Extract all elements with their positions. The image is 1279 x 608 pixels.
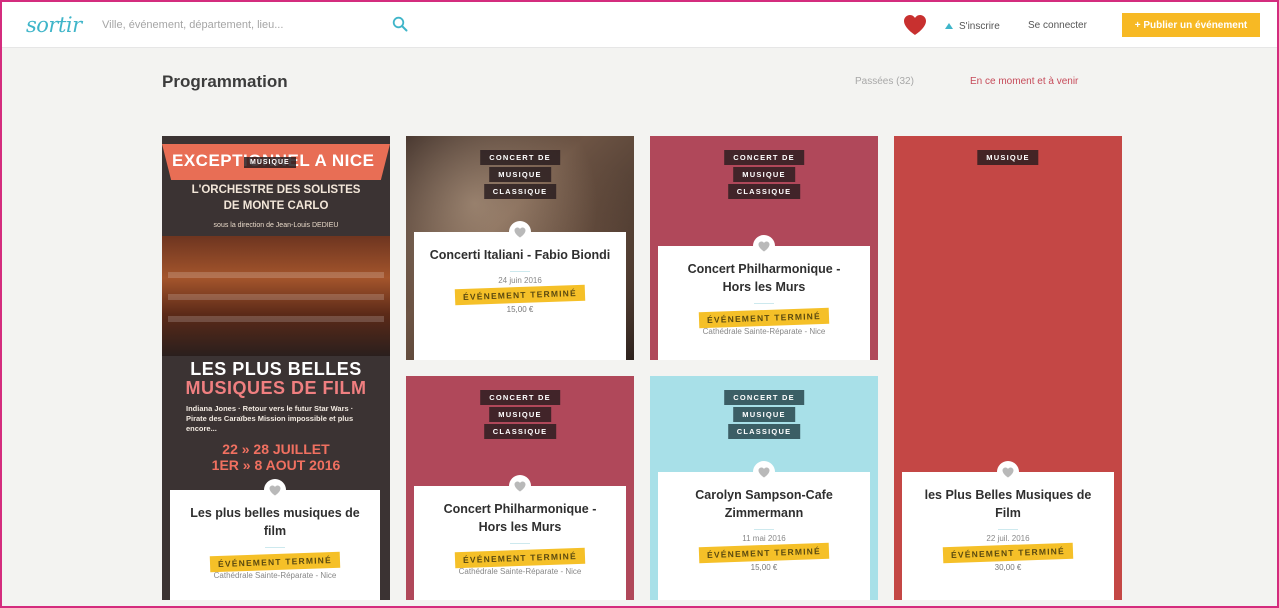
event-ended-stamp: ÉVÉNEMENT TERMINÉ <box>698 542 830 564</box>
divider <box>998 529 1018 530</box>
category-badge: CONCERT DE MUSIQUE CLASSIQUE <box>480 390 560 439</box>
badge-line: CONCERT DE <box>724 390 804 405</box>
search-input[interactable] <box>102 14 382 36</box>
event-title[interactable]: Concert Philharmonique - Hors les Murs <box>658 260 870 296</box>
event-card[interactable]: MUSIQUE les Plus Belles Musiques de Film… <box>894 136 1122 600</box>
event-title[interactable]: Les plus belles musiques de film <box>170 504 380 540</box>
card-info: Concert Philharmonique - Hors les Murs É… <box>658 235 870 360</box>
heart-icon <box>758 467 770 477</box>
card-info: Concerti Italiani - Fabio Biondi 24 juin… <box>414 221 626 360</box>
favorite-button[interactable] <box>753 461 775 483</box>
page-title: Programmation <box>162 72 288 91</box>
badge-line: CONCERT DE <box>724 150 804 165</box>
poster-orchestra: L'ORCHESTRE DES SOLISTES DE MONTE CARLO <box>191 184 361 212</box>
event-card[interactable]: CONCERT DE MUSIQUE CLASSIQUE Concert Phi… <box>406 376 634 600</box>
heart-icon <box>269 485 281 495</box>
login-link[interactable]: Se connecter <box>1028 20 1087 31</box>
poster-orchestra-photo <box>162 236 390 356</box>
site-logo[interactable]: sortir <box>26 13 82 37</box>
event-title[interactable]: Carolyn Sampson-Cafe Zimmermann <box>658 486 870 522</box>
badge-line: MUSIQUE <box>977 150 1039 165</box>
divider <box>265 547 285 548</box>
category-badge: CONCERT DE MUSIQUE CLASSIQUE <box>480 150 560 199</box>
event-venue: Cathédrale Sainte-Réparate - Nice <box>213 571 337 580</box>
event-venue: Cathédrale Sainte-Réparate - Nice <box>458 567 582 576</box>
tab-past-events[interactable]: Passées (32) <box>855 76 914 87</box>
badge-line: CLASSIQUE <box>727 424 801 439</box>
top-navigation-bar: sortir S'inscrire Se connecter + Publier… <box>2 2 1277 48</box>
category-badge: MUSIQUE <box>244 157 296 168</box>
poster-headline: LES PLUS BELLES MUSIQUES DE FILM <box>162 360 390 398</box>
event-card[interactable]: CONCERT DE MUSIQUE CLASSIQUE Concerti It… <box>406 136 634 360</box>
event-venue: Cathédrale Sainte-Réparate - Nice <box>702 327 826 336</box>
favorite-button[interactable] <box>753 235 775 257</box>
favorites-button[interactable] <box>902 14 928 38</box>
event-price: 15,00 € <box>750 563 778 572</box>
poster-banner: EXCEPTIONNEL A NICE MUSIQUE <box>162 144 390 180</box>
event-ended-stamp: ÉVÉNEMENT TERMINÉ <box>942 542 1074 564</box>
poster-headline-2: MUSIQUES DE FILM <box>185 378 367 398</box>
event-ended-stamp: ÉVÉNEMENT TERMINÉ <box>454 284 586 306</box>
card-info: les Plus Belles Musiques de Film 22 juil… <box>902 461 1114 600</box>
favorite-button[interactable] <box>509 475 531 497</box>
favorite-button[interactable] <box>509 221 531 243</box>
badge-line: MUSIQUE <box>489 167 551 182</box>
card-info: Concert Philharmonique - Hors les Murs É… <box>414 475 626 600</box>
event-date: 24 juin 2016 <box>498 276 542 285</box>
favorite-button[interactable] <box>997 461 1019 483</box>
category-badge: CONCERT DE MUSIQUE CLASSIQUE <box>724 150 804 199</box>
badge-line: CLASSIQUE <box>727 184 801 199</box>
category-badge: CONCERT DE MUSIQUE CLASSIQUE <box>724 390 804 439</box>
category-badge: MUSIQUE <box>977 150 1039 165</box>
badge-line: MUSIQUE <box>733 167 795 182</box>
publish-event-button[interactable]: + Publier un événement <box>1122 13 1260 37</box>
signup-label: S'inscrire <box>959 20 1000 32</box>
event-card[interactable]: CONCERT DE MUSIQUE CLASSIQUE Concert Phi… <box>650 136 878 360</box>
event-card[interactable]: CONCERT DE MUSIQUE CLASSIQUE Carolyn Sam… <box>650 376 878 600</box>
event-card[interactable]: EXCEPTIONNEL A NICE MUSIQUE L'ORCHESTRE … <box>162 136 390 600</box>
poster-films: Indiana Jones · Retour vers le futur Sta… <box>186 404 354 433</box>
poster-director: sous la direction de Jean-Louis DEDIEU <box>213 222 339 229</box>
event-price: 15,00 € <box>506 305 534 314</box>
tab-upcoming-events[interactable]: En ce moment et à venir <box>970 76 1078 87</box>
card-info: Carolyn Sampson-Cafe Zimmermann 11 mai 2… <box>658 461 870 600</box>
divider <box>510 543 530 544</box>
badge-line: CONCERT DE <box>480 150 560 165</box>
signup-link[interactable]: S'inscrire <box>945 18 1000 34</box>
event-title[interactable]: les Plus Belles Musiques de Film <box>902 486 1114 522</box>
event-title[interactable]: Concerti Italiani - Fabio Biondi <box>414 246 626 264</box>
badge-line: CONCERT DE <box>480 390 560 405</box>
heart-icon <box>904 15 926 35</box>
event-ended-stamp: ÉVÉNEMENT TERMINÉ <box>454 547 586 569</box>
event-title[interactable]: Concert Philharmonique - Hors les Murs <box>414 500 626 536</box>
search-icon <box>392 16 408 31</box>
event-price: 30,00 € <box>994 563 1022 572</box>
heart-icon <box>758 241 770 251</box>
event-ended-stamp: ÉVÉNEMENT TERMINÉ <box>698 307 830 329</box>
search-button[interactable] <box>390 15 410 35</box>
poster-dates: 22 » 28 JUILLET 1ER » 8 AOUT 2016 <box>162 441 390 473</box>
heart-icon <box>1002 467 1014 477</box>
divider <box>754 529 774 530</box>
heart-icon <box>514 227 526 237</box>
badge-line: MUSIQUE <box>733 407 795 422</box>
poster-dates-2: 1ER » 8 AOUT 2016 <box>211 457 341 473</box>
badge-line: MUSIQUE <box>489 407 551 422</box>
divider <box>754 303 774 304</box>
event-ended-stamp: ÉVÉNEMENT TERMINÉ <box>209 551 341 573</box>
badge-line: CLASSIQUE <box>483 184 557 199</box>
poster-dates-1: 22 » 28 JUILLET <box>222 441 330 457</box>
heart-icon <box>514 481 526 491</box>
badge-line: CLASSIQUE <box>483 424 557 439</box>
divider <box>510 271 530 272</box>
poster-headline-1: LES PLUS BELLES <box>190 359 362 379</box>
favorite-button[interactable] <box>264 479 286 501</box>
event-date: 22 juil. 2016 <box>986 534 1030 543</box>
user-icon <box>945 23 953 29</box>
card-info: Les plus belles musiques de film ÉVÉNEME… <box>170 479 380 600</box>
event-date: 11 mai 2016 <box>742 534 786 543</box>
